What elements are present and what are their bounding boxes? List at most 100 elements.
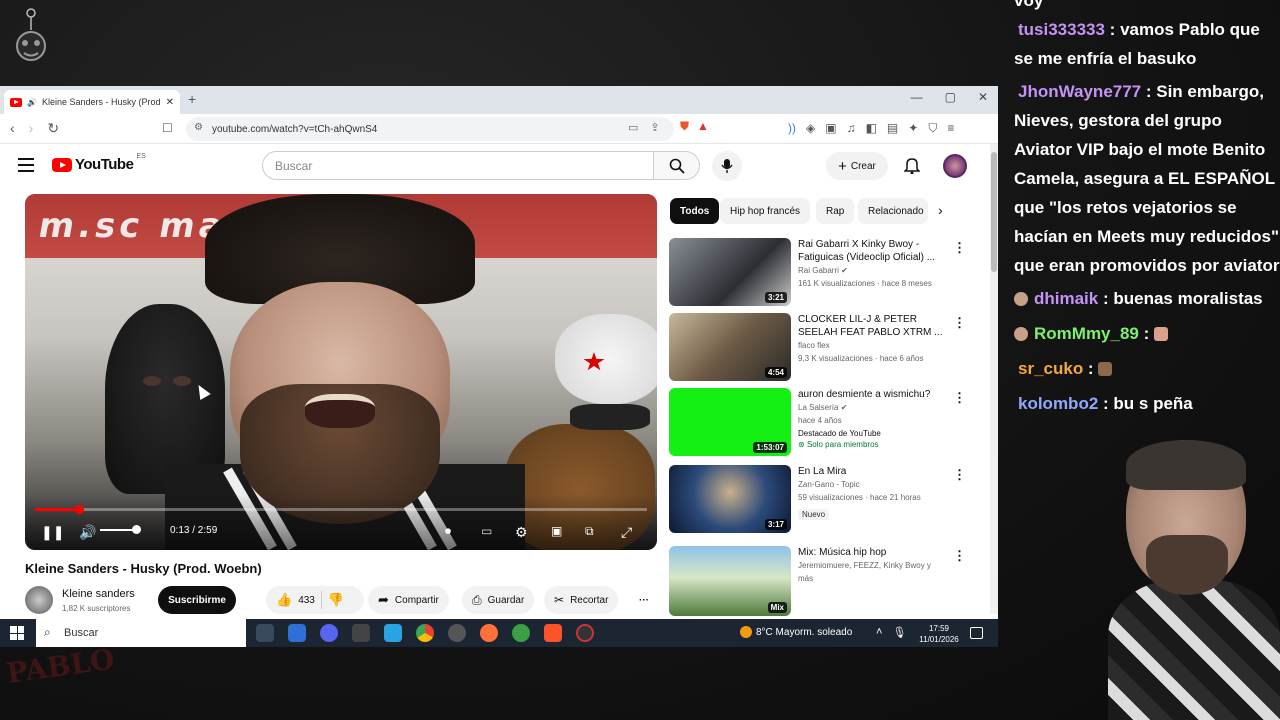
- recommended-title[interactable]: En La Mira: [798, 465, 948, 478]
- subtitles-icon[interactable]: ▭: [481, 524, 492, 538]
- forward-icon[interactable]: ›: [29, 120, 34, 137]
- new-tab-button[interactable]: +: [188, 91, 196, 107]
- progress-bar[interactable]: [35, 505, 647, 514]
- more-options-icon[interactable]: ⋮: [953, 240, 966, 256]
- music-icon[interactable]: ♫: [847, 121, 856, 136]
- subscribe-button[interactable]: Suscribirme: [158, 586, 236, 614]
- thumbs-up-icon[interactable]: 👍: [276, 592, 292, 608]
- task-view-icon[interactable]: [256, 624, 274, 642]
- voice-search-button[interactable]: [712, 151, 742, 181]
- video-thumbnail[interactable]: 4:54: [669, 313, 791, 381]
- chrome-icon[interactable]: [416, 624, 434, 642]
- save-button[interactable]: ⎙ Guardar: [462, 586, 535, 614]
- recommended-channel[interactable]: Zan-Gano - Topic: [798, 478, 948, 491]
- clip-button[interactable]: ✂ Recortar: [544, 586, 619, 614]
- url-bar[interactable]: ⚙ youtube.com/watch?v=tCh-ahQwnS4: [186, 117, 674, 141]
- translate-icon[interactable]: )): [788, 121, 796, 136]
- store-icon[interactable]: [288, 624, 306, 642]
- menu-icon[interactable]: ≡: [947, 121, 954, 136]
- bookmark-icon[interactable]: ☐: [162, 121, 173, 135]
- share-icon[interactable]: ⇪: [650, 121, 659, 134]
- taskbar-search[interactable]: ⌕ Buscar: [36, 619, 246, 647]
- recommended-title[interactable]: CLOCKER LIL-J & PETER SEELAH FEAT PABLO …: [798, 313, 948, 339]
- chip-rap[interactable]: Rap: [816, 198, 855, 224]
- recommended-title[interactable]: Rai Gabarri X Kinky Bwoy - Fatiguicas (V…: [798, 238, 948, 264]
- brave-shield-icon[interactable]: ⛊: [680, 119, 689, 134]
- notifications-bell-icon[interactable]: [904, 156, 920, 174]
- back-icon[interactable]: ‹: [10, 120, 15, 137]
- obs-icon[interactable]: [576, 624, 594, 642]
- more-options-icon[interactable]: ⋮: [953, 315, 966, 331]
- extensions-puzzle-icon[interactable]: ✦: [908, 121, 918, 136]
- volume-icon[interactable]: 🔊: [79, 524, 96, 541]
- taskbar-clock[interactable]: 17:59 11/01/2026: [914, 623, 964, 645]
- search-button[interactable]: [654, 151, 700, 180]
- tab-youtube[interactable]: 🔊 Kleine Sanders - Husky (Prod ✕: [4, 90, 180, 114]
- xbox-icon[interactable]: [512, 624, 530, 642]
- video-thumbnail[interactable]: 3:21: [669, 238, 791, 306]
- sidebar-icon[interactable]: ◧: [866, 121, 877, 136]
- page-scrollbar[interactable]: [990, 144, 998, 614]
- scrollbar-thumb[interactable]: [991, 152, 997, 272]
- brave-icon[interactable]: [544, 624, 562, 642]
- recommended-channel[interactable]: Rai Gabarri: [798, 266, 839, 275]
- close-tab-icon[interactable]: ✕: [166, 97, 174, 108]
- chip-hip-hop-frances[interactable]: Hip hop francés: [720, 198, 811, 224]
- video-player[interactable]: m.sc man ❚❚ 🔊 0:13 / 2:59 ⏺ ▭ ⚙ ▣ ⧉ ⤢: [25, 194, 657, 550]
- firefox-icon[interactable]: [480, 624, 498, 642]
- video-thumbnail[interactable]: Mix: [669, 546, 791, 616]
- extension-icon-1[interactable]: ◈: [806, 121, 815, 136]
- recommended-title[interactable]: auron desmiente a wismichu?: [798, 388, 948, 401]
- brave-rewards-icon[interactable]: ▲: [697, 119, 709, 134]
- more-options-icon[interactable]: ⋮: [953, 390, 966, 406]
- cast-icon[interactable]: ▭: [628, 121, 638, 134]
- tray-mic-icon[interactable]: 🎙: [892, 626, 906, 639]
- miniplayer-icon[interactable]: ▣: [551, 524, 562, 538]
- video-thumbnail[interactable]: 1:53:07: [669, 388, 791, 456]
- telegram-icon[interactable]: [384, 624, 402, 642]
- tray-chevron-icon[interactable]: ˄: [876, 626, 882, 639]
- chip-relacionado[interactable]: Relacionado: [858, 198, 928, 224]
- video-thumbnail[interactable]: 3:17: [669, 465, 791, 533]
- fullscreen-icon[interactable]: ⤢: [621, 524, 632, 541]
- vpn-icon[interactable]: ⛉: [928, 121, 937, 136]
- youtube-logo[interactable]: YouTube ES: [52, 153, 146, 173]
- search-input[interactable]: Buscar: [262, 151, 654, 180]
- progress-knob[interactable]: [75, 505, 85, 514]
- reload-icon[interactable]: ↻: [47, 120, 59, 137]
- extension-icon-2[interactable]: ▣: [825, 121, 836, 136]
- autoplay-toggle-icon[interactable]: ⏺: [445, 524, 451, 539]
- recommended-title[interactable]: Mix: Música hip hop: [798, 546, 948, 559]
- more-actions-button[interactable]: ···: [630, 586, 658, 614]
- more-options-icon[interactable]: ⋮: [953, 548, 966, 564]
- discord-icon[interactable]: [320, 624, 338, 642]
- chips-next-icon[interactable]: ›: [938, 202, 943, 218]
- site-info-icon[interactable]: ⚙: [194, 122, 203, 133]
- hamburger-menu-icon[interactable]: [18, 158, 34, 172]
- volume-knob[interactable]: [132, 525, 141, 534]
- channel-name[interactable]: Kleine sanders: [62, 588, 135, 600]
- recommended-channel[interactable]: La Salsería: [798, 403, 838, 412]
- media-player-icon[interactable]: [448, 624, 466, 642]
- channel-avatar[interactable]: [25, 586, 53, 614]
- thumbs-down-icon[interactable]: 👎: [328, 592, 344, 608]
- like-count[interactable]: 433: [298, 595, 315, 606]
- weather-widget[interactable]: 8°C Mayorm. soleado: [740, 626, 852, 638]
- maximize-button[interactable]: ▢: [945, 90, 956, 104]
- settings-gear-icon[interactable]: ⚙: [515, 524, 528, 541]
- close-window-button[interactable]: ✕: [978, 90, 988, 104]
- minimize-button[interactable]: —: [911, 90, 923, 104]
- reading-list-icon[interactable]: ▤: [887, 121, 898, 136]
- chip-todos[interactable]: Todos: [670, 198, 720, 224]
- notification-center-icon[interactable]: [970, 627, 983, 639]
- share-button[interactable]: ➦ Compartir: [368, 586, 449, 614]
- windows-start-icon[interactable]: [10, 626, 24, 640]
- pause-icon[interactable]: ❚❚: [41, 524, 64, 541]
- volume-slider[interactable]: [100, 525, 141, 534]
- create-button[interactable]: + Crear: [826, 152, 888, 180]
- app-icon[interactable]: [352, 624, 370, 642]
- user-avatar[interactable]: [943, 154, 967, 178]
- cast-icon[interactable]: ⧉: [585, 524, 594, 539]
- recommended-channel[interactable]: flaco flex: [798, 339, 948, 352]
- more-options-icon[interactable]: ⋮: [953, 467, 966, 483]
